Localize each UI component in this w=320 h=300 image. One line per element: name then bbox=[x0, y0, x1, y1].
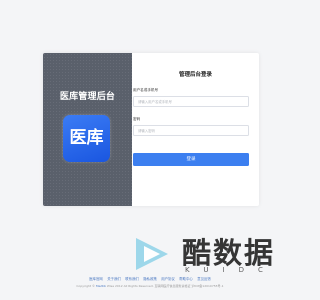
username-input[interactable]: 请输入用户名或手机号 bbox=[133, 96, 249, 107]
username-label: 用户名或手机号 bbox=[133, 88, 159, 92]
login-form: 管理后台登录 用户名或手机号 请输入用户名或手机号 密码 请输入密码 登录 bbox=[132, 53, 259, 206]
login-card: 医库管理后台 医库 管理后台登录 用户名或手机号 请输入用户名或手机号 密码 请… bbox=[43, 53, 259, 206]
footer-link[interactable]: 意见反馈 bbox=[197, 277, 211, 281]
footer-copyright: Copyright © Medlib Wise 2012 All Rights … bbox=[0, 284, 300, 288]
copyright-text: Wise 2012 All Rights Reserved. 互联网医疗信息服务… bbox=[106, 284, 224, 288]
password-input[interactable]: 请输入密码 bbox=[133, 125, 249, 136]
app-logo-text: 医库 bbox=[69, 128, 104, 148]
watermark: 酷数据 KUIDC bbox=[130, 230, 290, 280]
footer-link[interactable]: 用户协议 bbox=[161, 277, 175, 281]
password-placeholder: 请输入密码 bbox=[138, 129, 155, 133]
copyright-prefix: Copyright © bbox=[76, 284, 96, 288]
app-logo-icon: 医库 bbox=[63, 115, 110, 162]
play-triangle-icon bbox=[136, 238, 168, 270]
brand-title: 医库管理后台 bbox=[59, 92, 116, 102]
brand-panel: 医库管理后台 医库 bbox=[43, 53, 132, 206]
footer-link[interactable]: 帮助中心 bbox=[179, 277, 193, 281]
watermark-subtext: KUIDC bbox=[185, 266, 277, 274]
footer-link[interactable]: 联系我们 bbox=[125, 277, 139, 281]
username-placeholder: 请输入用户名或手机号 bbox=[138, 100, 172, 104]
footer-link[interactable]: 医库官网 bbox=[89, 277, 103, 281]
footer-link[interactable]: 隐私政策 bbox=[143, 277, 157, 281]
footer-links: 医库官网 关于我们 联系我们 隐私政策 用户协议 帮助中心 意见反馈 bbox=[0, 276, 300, 281]
copyright-brand-link[interactable]: Medlib bbox=[96, 284, 106, 288]
password-label: 密码 bbox=[133, 117, 141, 121]
footer-link[interactable]: 关于我们 bbox=[107, 277, 121, 281]
form-title: 管理后台登录 bbox=[178, 72, 212, 78]
login-button[interactable]: 登录 bbox=[133, 153, 249, 166]
